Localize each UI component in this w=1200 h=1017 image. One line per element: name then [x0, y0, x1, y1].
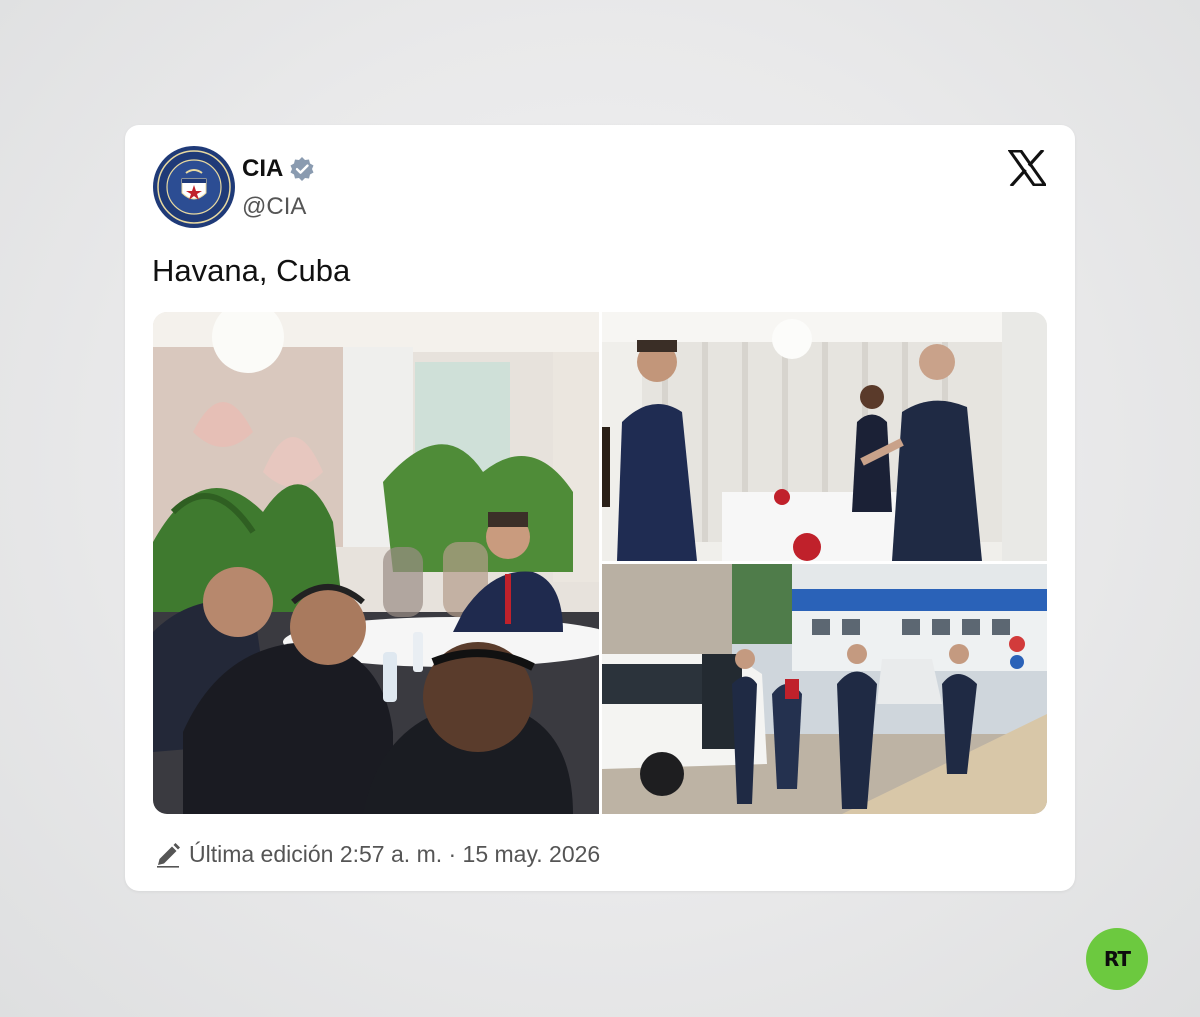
- media-grid: [153, 312, 1047, 814]
- edited-timestamp: Última edición 2:57 a. m. · 15 may. 2026: [189, 841, 601, 867]
- cia-seal-avatar[interactable]: [152, 145, 236, 229]
- x-logo-icon[interactable]: [1008, 150, 1046, 186]
- rt-logo: RT: [1086, 928, 1148, 990]
- edit-info[interactable]: Última edición 2:57 a. m. · 15 may. 2026: [155, 841, 600, 868]
- display-name[interactable]: CIA: [242, 155, 283, 183]
- rt-logo-text: RT: [1103, 947, 1131, 971]
- post-card: CIA @CIA Havana, Cuba Última edición 2:5…: [125, 125, 1075, 891]
- pencil-icon: [157, 842, 180, 868]
- display-name-row[interactable]: CIA: [242, 155, 315, 183]
- photo-street-vehicles[interactable]: [602, 564, 1047, 814]
- verified-badge-icon: [290, 157, 314, 181]
- photo-meeting-table[interactable]: [153, 312, 599, 814]
- post-text: Havana, Cuba: [152, 253, 351, 288]
- photo-handshake-greeting[interactable]: [602, 312, 1047, 561]
- user-handle[interactable]: @CIA: [242, 193, 306, 221]
